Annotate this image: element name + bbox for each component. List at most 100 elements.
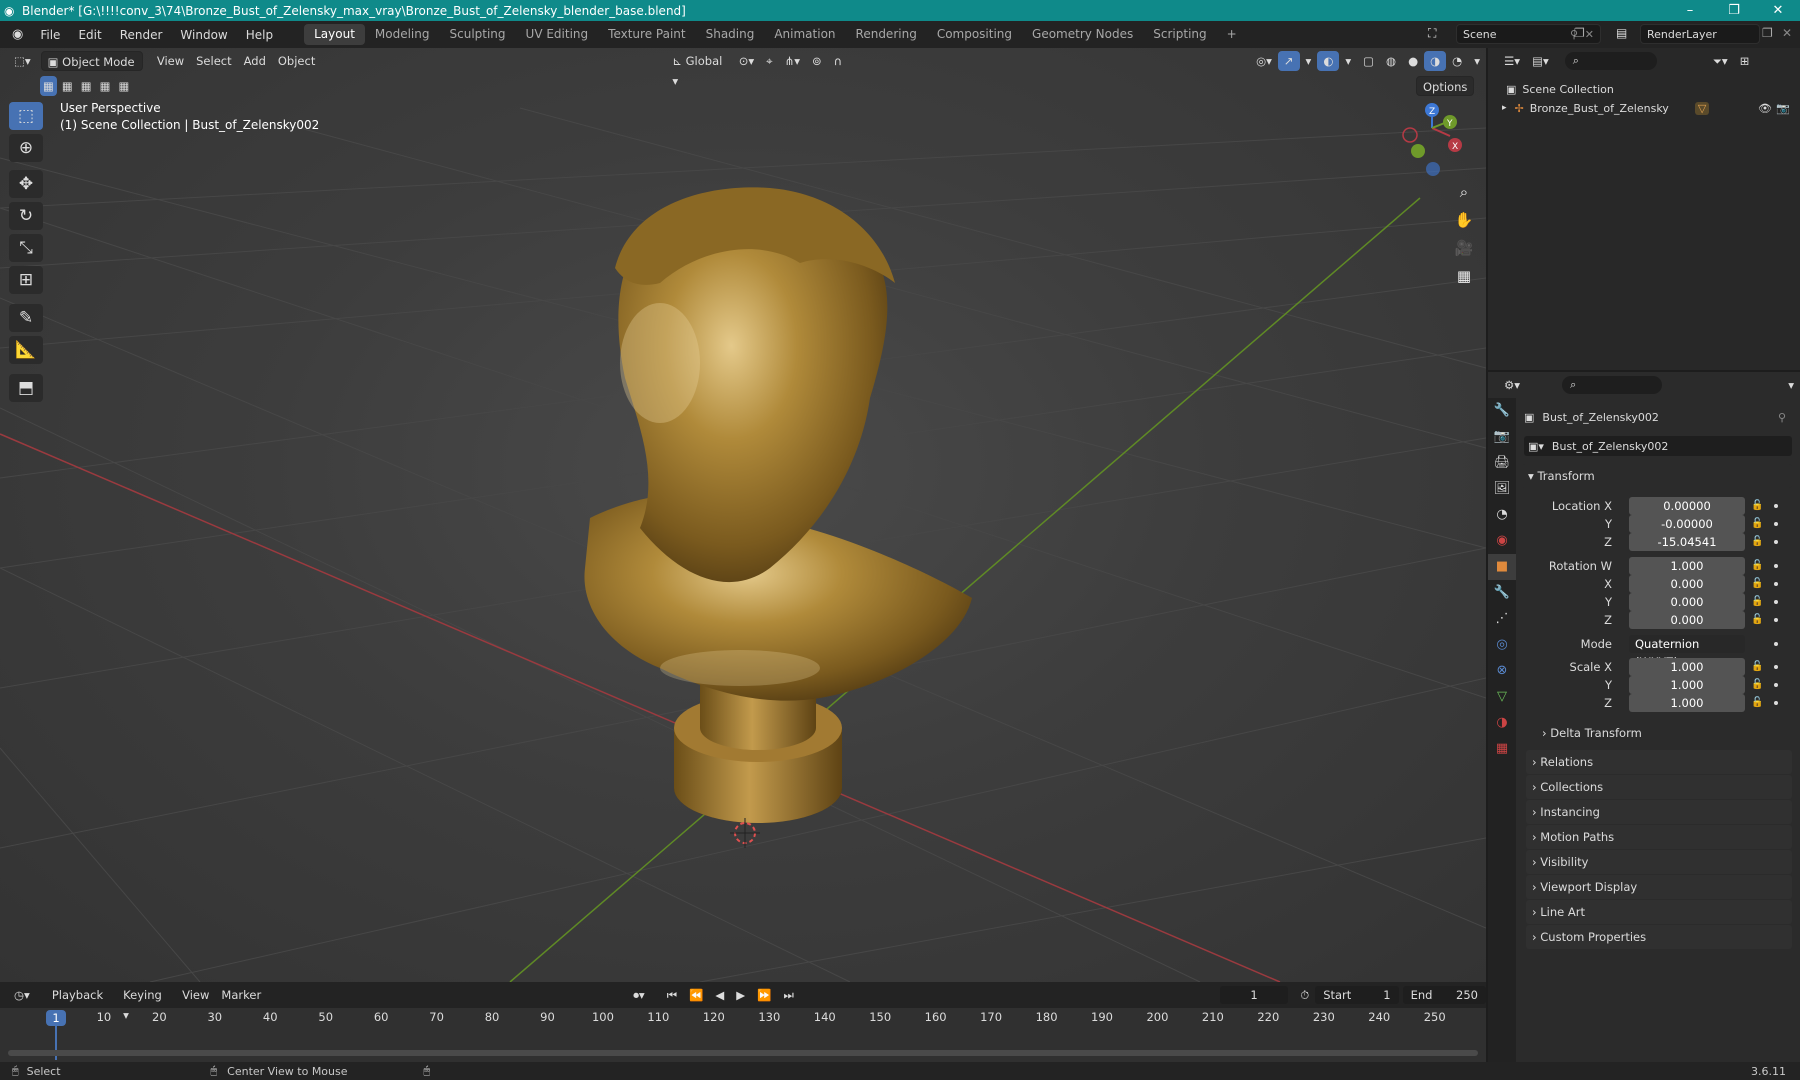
preview-range-icon[interactable]: ⏱: [1294, 985, 1315, 1005]
camera-view-icon[interactable]: 🎥: [1450, 234, 1478, 262]
menu-window[interactable]: Window: [171, 28, 236, 42]
collections-panel[interactable]: › Collections: [1526, 775, 1792, 799]
timeline-editor-icon[interactable]: ◷▾: [8, 985, 36, 1005]
material-tab-icon[interactable]: ◑: [1488, 710, 1516, 736]
filter-icon[interactable]: ⏷▾: [1707, 51, 1734, 71]
add-workspace-button[interactable]: +: [1217, 24, 1247, 45]
transform-orientation[interactable]: ⊾ Global ▾: [666, 51, 732, 88]
lock-rotation-y-icon[interactable]: 🔓: [1751, 596, 1763, 607]
keyframe-location-y-icon[interactable]: [1774, 522, 1778, 526]
annotate-tool[interactable]: ✎: [9, 304, 43, 332]
proportional-edit-icon[interactable]: ⊚: [806, 51, 828, 71]
expand-arrow-icon[interactable]: ▸: [1502, 103, 1507, 113]
close-icon[interactable]: ✕: [1585, 28, 1594, 41]
rotate-tool[interactable]: ↻: [9, 202, 43, 230]
line-art-panel[interactable]: › Line Art: [1526, 900, 1792, 924]
cursor-tool[interactable]: ⊕: [9, 134, 43, 162]
rotation-y-field[interactable]: 0.000: [1629, 593, 1745, 611]
output-tab-icon[interactable]: 🖨: [1488, 450, 1516, 476]
snap-target-icon[interactable]: ⋔▾: [779, 51, 806, 71]
scale-x-field[interactable]: 1.000: [1629, 658, 1745, 676]
jump-start-icon[interactable]: ⏮: [661, 985, 683, 1005]
scale-z-field[interactable]: 1.000: [1629, 694, 1745, 712]
snap-icon[interactable]: ⌖: [760, 51, 778, 71]
lock-location-z-icon[interactable]: 🔓: [1751, 536, 1763, 547]
viewport-scene[interactable]: Z X Y: [0, 48, 1486, 982]
menu-select[interactable]: Select: [190, 51, 237, 71]
select-box-tool[interactable]: ⬚: [9, 102, 43, 130]
tab-sculpting[interactable]: Sculpting: [440, 24, 516, 45]
keyframe-location-x-icon[interactable]: [1774, 504, 1778, 508]
properties-editor-icon[interactable]: ⚙▾: [1498, 375, 1526, 395]
viewport-display-panel[interactable]: › Viewport Display: [1526, 875, 1792, 899]
lock-scale-x-icon[interactable]: 🔓: [1751, 661, 1763, 672]
jump-end-icon[interactable]: ⏭: [777, 985, 799, 1005]
wireframe-shading-icon[interactable]: ◍: [1380, 51, 1402, 71]
pin-icon[interactable]: ⚲: [1778, 411, 1786, 424]
maximize-button[interactable]: ❐: [1712, 0, 1756, 21]
add-cube-tool[interactable]: ⬒: [9, 374, 43, 402]
particles-tab-icon[interactable]: ⋰: [1488, 606, 1516, 632]
perspective-grid-icon[interactable]: ▦: [1450, 262, 1478, 290]
keyframe-scale-y-icon[interactable]: [1774, 683, 1778, 687]
new-view-layer-icon[interactable]: ❐: [1762, 26, 1773, 40]
object-tab-icon[interactable]: ■: [1488, 554, 1516, 580]
outliner-search-input[interactable]: ⌕: [1564, 52, 1657, 70]
xray-icon[interactable]: ▢: [1357, 51, 1380, 71]
menu-add[interactable]: Add: [238, 51, 272, 71]
gizmo-toggle-icon[interactable]: ↗: [1277, 51, 1300, 71]
instancing-panel[interactable]: › Instancing: [1526, 800, 1792, 824]
outliner-editor-icon[interactable]: ☰▾: [1498, 51, 1526, 71]
tab-layout[interactable]: Layout: [304, 24, 365, 45]
transform-panel-header[interactable]: ▾ Transform: [1522, 464, 1792, 488]
tab-shading[interactable]: Shading: [696, 24, 765, 45]
tool-tab-icon[interactable]: 🔧: [1488, 398, 1516, 424]
play-reverse-icon[interactable]: ◀: [709, 985, 730, 1005]
location-z-field[interactable]: -15.04541: [1629, 533, 1745, 551]
lock-rotation-w-icon[interactable]: 🔓: [1751, 560, 1763, 571]
menu-help[interactable]: Help: [237, 28, 282, 42]
zoom-icon[interactable]: ⌕: [1450, 178, 1478, 206]
tab-compositing[interactable]: Compositing: [927, 24, 1022, 45]
keyframe-rotation-x-icon[interactable]: [1774, 582, 1778, 586]
display-mode-icon[interactable]: ▤▾: [1526, 51, 1555, 71]
world-tab-icon[interactable]: ◉: [1488, 528, 1516, 554]
keyframe-location-z-icon[interactable]: [1774, 540, 1778, 544]
camera-render-icon[interactable]: 📷: [1776, 102, 1790, 115]
visibility-panel[interactable]: › Visibility: [1526, 850, 1792, 874]
select-invert-icon[interactable]: ▦: [97, 76, 114, 96]
keyframe-rotation-w-icon[interactable]: [1774, 564, 1778, 568]
measure-tool[interactable]: 📐: [9, 336, 43, 364]
view-layer-tab-icon[interactable]: 🖼: [1488, 476, 1516, 502]
menu-marker[interactable]: Marker: [215, 985, 267, 1005]
gizmo-menu-icon[interactable]: ▾: [1300, 51, 1318, 71]
eye-icon[interactable]: 👁: [1758, 102, 1772, 115]
lock-scale-y-icon[interactable]: 🔓: [1751, 679, 1763, 690]
tab-uv-editing[interactable]: UV Editing: [516, 24, 599, 45]
timeline-scrollbar[interactable]: [8, 1050, 1478, 1056]
select-intersect-icon[interactable]: ▦: [116, 76, 133, 96]
jump-keyframe-forward-icon[interactable]: ⏩: [751, 985, 777, 1005]
menu-render[interactable]: Render: [111, 28, 172, 42]
outliner-item[interactable]: ▸ ✢ Bronze_Bust_of_Zelensky ▽ 👁 📷: [1502, 98, 1792, 118]
lock-scale-z-icon[interactable]: 🔓: [1751, 697, 1763, 708]
rotation-z-field[interactable]: 0.000: [1629, 611, 1745, 629]
menu-view[interactable]: View: [151, 51, 190, 71]
move-tool[interactable]: ✥: [9, 170, 43, 198]
tab-texture-paint[interactable]: Texture Paint: [598, 24, 695, 45]
scene-tab-icon[interactable]: ◔: [1488, 502, 1516, 528]
shading-menu-icon[interactable]: ▾: [1468, 51, 1486, 71]
rotation-x-field[interactable]: 0.000: [1629, 575, 1745, 593]
constraints-tab-icon[interactable]: ⊗: [1488, 658, 1516, 684]
menu-keying[interactable]: Keying ▾: [117, 985, 176, 1022]
close-button[interactable]: ✕: [1756, 0, 1800, 21]
properties-search-input[interactable]: ⌕: [1562, 376, 1663, 394]
tab-scripting[interactable]: Scripting: [1143, 24, 1216, 45]
lock-location-y-icon[interactable]: 🔓: [1751, 518, 1763, 529]
physics-tab-icon[interactable]: ◎: [1488, 632, 1516, 658]
keyframe-scale-z-icon[interactable]: [1774, 701, 1778, 705]
lock-location-x-icon[interactable]: 🔓: [1751, 500, 1763, 511]
select-new-icon[interactable]: ▦: [40, 76, 57, 96]
select-extend-icon[interactable]: ▦: [59, 76, 76, 96]
minimize-button[interactable]: –: [1668, 0, 1712, 21]
